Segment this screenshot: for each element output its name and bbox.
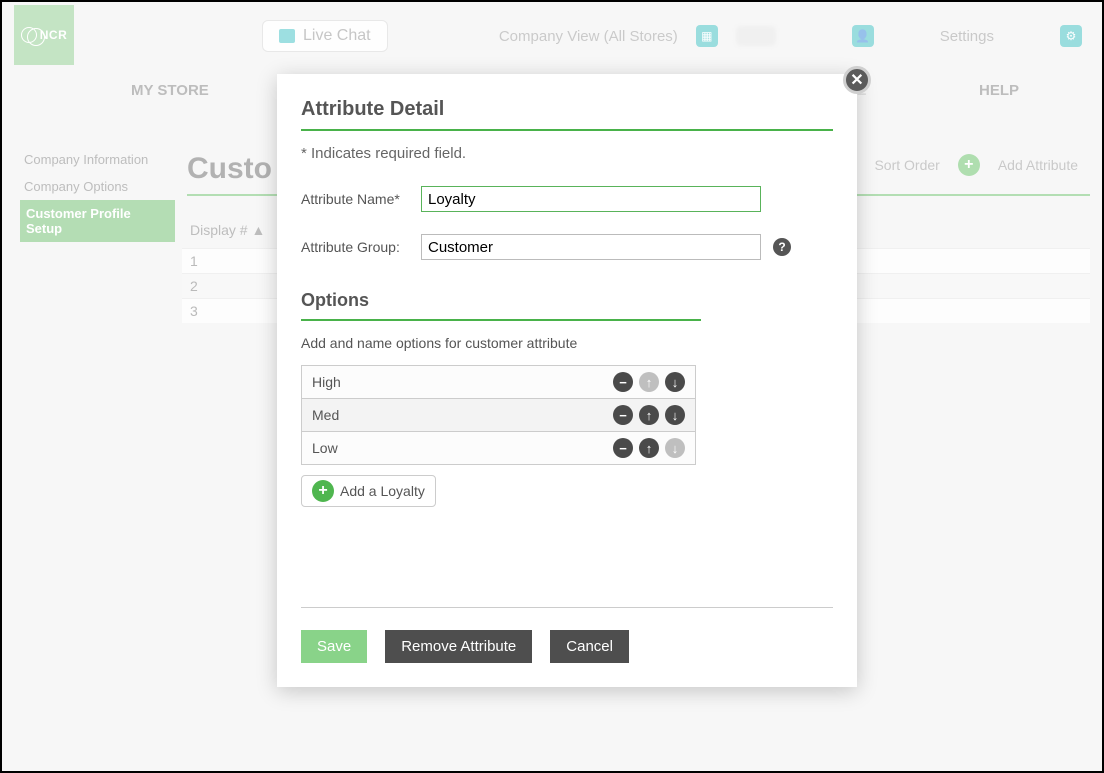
remove-option-icon[interactable]: − (613, 405, 633, 425)
attribute-group-label: Attribute Group: (301, 239, 421, 255)
move-down-icon[interactable]: ↓ (665, 372, 685, 392)
live-chat-button[interactable]: Live Chat (262, 20, 388, 52)
save-button[interactable]: Save (301, 630, 367, 663)
logo-rings-icon (21, 27, 37, 43)
col-display[interactable]: Display # ▲ (190, 222, 270, 238)
plus-icon: + (312, 480, 334, 502)
add-attribute-link[interactable]: Add Attribute (998, 157, 1078, 173)
option-row: Med −↑ ↓ (302, 399, 695, 432)
nav-my-store[interactable]: MY STORE (87, 72, 253, 112)
store-icon[interactable]: ▦ (696, 25, 718, 47)
sidebar-customer-profile-setup[interactable]: Customer Profile Setup (20, 200, 175, 242)
cancel-button[interactable]: Cancel (550, 630, 629, 663)
add-option-button[interactable]: + Add a Loyalty (301, 475, 436, 507)
user-icon[interactable]: 👤 (852, 25, 874, 47)
company-view-label: Company View (All Stores) (499, 28, 678, 45)
settings-link[interactable]: Settings (940, 28, 994, 45)
add-option-label: Add a Loyalty (340, 483, 425, 499)
options-heading: Options (301, 290, 833, 311)
gear-icon[interactable]: ⚙ (1060, 25, 1082, 47)
page-title: Custo (187, 152, 272, 186)
option-row: Low −↑ ↓ (302, 432, 695, 464)
sort-order-link[interactable]: Sort Order (874, 157, 939, 173)
remove-option-icon[interactable]: − (613, 372, 633, 392)
move-down-icon[interactable]: ↓ (665, 405, 685, 425)
add-icon: + (958, 154, 980, 176)
options-subtext: Add and name options for customer attrib… (301, 335, 833, 351)
nav-help[interactable]: HELP (916, 72, 1082, 112)
move-up-icon: ↑ (639, 372, 659, 392)
option-label: High (312, 374, 341, 390)
sidebar-company-information[interactable]: Company Information (20, 146, 175, 173)
remove-option-icon[interactable]: − (613, 438, 633, 458)
help-icon[interactable]: ? (773, 238, 791, 256)
sidebar-company-options[interactable]: Company Options (20, 173, 175, 200)
chat-icon (279, 29, 295, 43)
close-icon[interactable]: ✕ (843, 66, 871, 94)
live-chat-label: Live Chat (303, 27, 371, 45)
option-row: High −↑ ↓ (302, 366, 695, 399)
move-up-icon[interactable]: ↑ (639, 438, 659, 458)
attribute-detail-dialog: ✕ Attribute Detail * Indicates required … (277, 74, 857, 687)
move-up-icon[interactable]: ↑ (639, 405, 659, 425)
attribute-name-label: Attribute Name* (301, 191, 421, 207)
attribute-name-input[interactable] (421, 186, 761, 212)
brand-logo: NCR (14, 5, 74, 65)
option-label: Low (312, 440, 338, 456)
redacted-username (736, 26, 776, 46)
dialog-title: Attribute Detail (301, 98, 833, 121)
required-note: * Indicates required field. (301, 145, 833, 162)
attribute-group-select[interactable] (421, 234, 761, 260)
move-down-icon: ↓ (665, 438, 685, 458)
remove-attribute-button[interactable]: Remove Attribute (385, 630, 532, 663)
option-label: Med (312, 407, 339, 423)
